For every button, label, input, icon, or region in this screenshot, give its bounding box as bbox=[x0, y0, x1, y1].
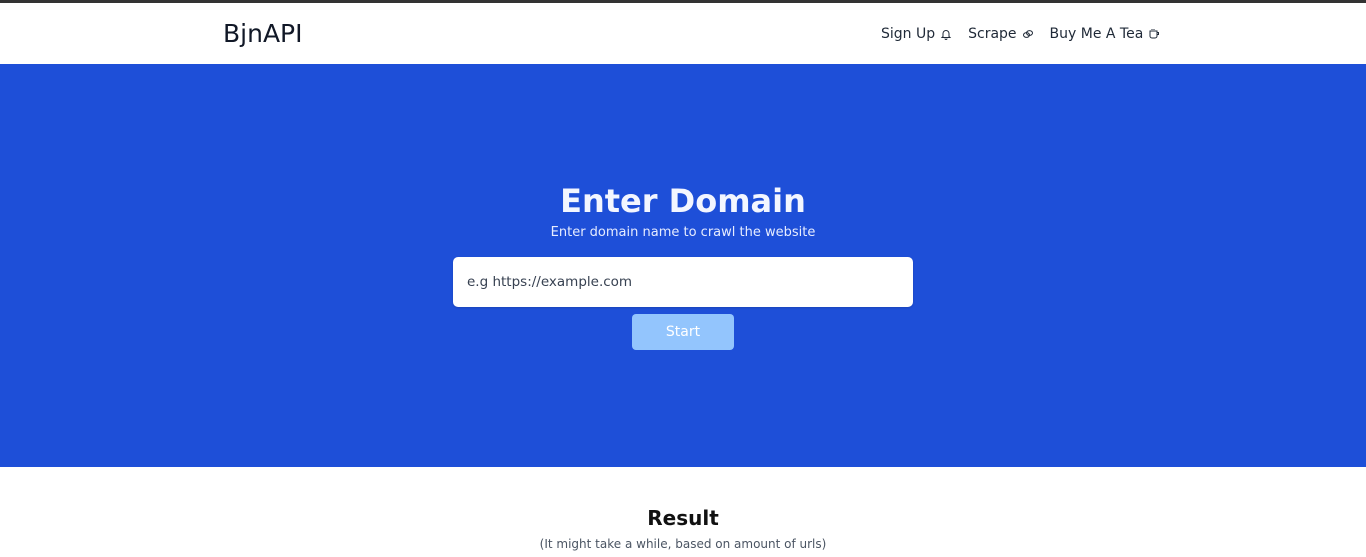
brand-logo[interactable]: BjnAPI bbox=[223, 18, 303, 50]
nav-menu: Sign Up Scrape Buy Me A Tea bbox=[881, 24, 1160, 44]
hero-section: Enter Domain Enter domain name to crawl … bbox=[0, 64, 1366, 467]
hero-subtitle: Enter domain name to crawl the website bbox=[550, 225, 816, 240]
domain-input[interactable] bbox=[453, 257, 913, 307]
start-button[interactable]: Start bbox=[632, 314, 734, 350]
nav-scrape-label: Scrape bbox=[968, 26, 1017, 42]
nav-buy-me-a-tea[interactable]: Buy Me A Tea bbox=[1050, 26, 1161, 42]
result-note: (It might take a while, based on amount … bbox=[539, 537, 827, 551]
bell-icon bbox=[940, 30, 952, 40]
result-title: Result bbox=[647, 506, 719, 530]
nav-sign-up[interactable]: Sign Up bbox=[881, 26, 952, 42]
cup-icon bbox=[1149, 29, 1160, 39]
nav-scrape[interactable]: Scrape bbox=[968, 26, 1033, 42]
navbar: BjnAPI Sign Up Scrape Buy Me A Tea bbox=[0, 3, 1366, 64]
link-icon bbox=[1022, 30, 1033, 38]
nav-buy-me-a-tea-label: Buy Me A Tea bbox=[1049, 26, 1144, 42]
hero-title: Enter Domain bbox=[560, 182, 806, 220]
nav-sign-up-label: Sign Up bbox=[881, 26, 936, 42]
